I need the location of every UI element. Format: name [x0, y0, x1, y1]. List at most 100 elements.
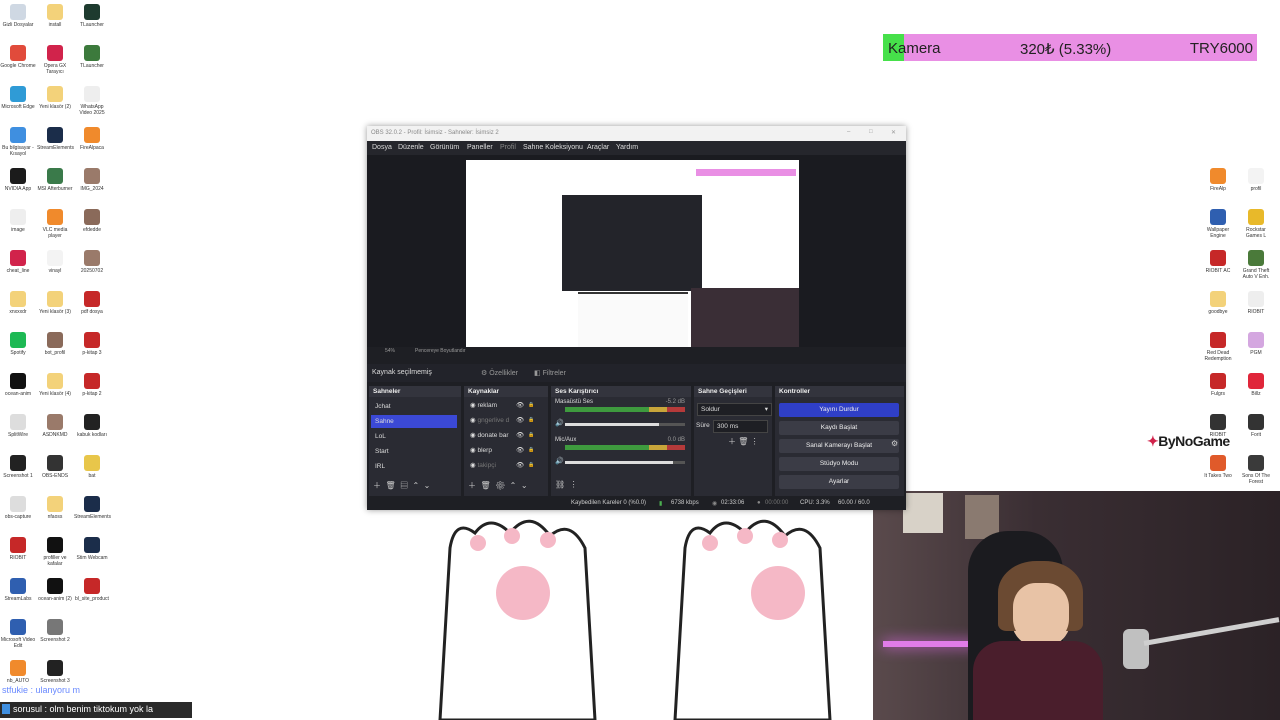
source-settings-icon[interactable]: ⚙ — [495, 481, 505, 490]
desktop-icon[interactable]: SplitWire — [0, 414, 36, 438]
menu-item[interactable]: Sahne Koleksiyonu — [523, 144, 583, 151]
control-button[interactable]: Kaydı Başlat — [779, 421, 899, 435]
desktop-icon[interactable]: PGM — [1238, 332, 1274, 356]
remove-source-icon[interactable]: 🗑 — [480, 481, 490, 490]
desktop-icon[interactable]: Gizli Dosyalar — [0, 4, 36, 28]
desktop-icon[interactable]: StreamElements — [37, 127, 74, 151]
obs-window[interactable]: OBS 32.0.2 - Profil: İsimsiz - Sahneler:… — [367, 126, 906, 510]
desktop-icon[interactable]: efdedde — [74, 209, 110, 233]
desktop-icon[interactable]: NVIDIA App — [0, 168, 36, 192]
desktop-icon[interactable]: Yeni klasör (2) — [37, 86, 73, 110]
close-icon[interactable]: ✕ — [891, 129, 896, 136]
desktop-icon[interactable]: Fulgrs — [1200, 373, 1236, 397]
lock-icon[interactable]: 🔒 — [528, 459, 534, 472]
desktop-icon[interactable]: 20250702 — [74, 250, 110, 274]
desktop-icon[interactable]: It Takes Two — [1200, 455, 1236, 479]
desktop-icon[interactable]: Microsoft Edge — [0, 86, 36, 110]
desktop-icon[interactable] — [74, 619, 110, 637]
source-item[interactable]: ◉ gngerlive d 👁 🔒 — [466, 414, 544, 427]
desktop-icon[interactable]: Bu bilgisayar - Kısayol — [0, 127, 36, 157]
desktop-icon[interactable]: StreamElements — [74, 496, 111, 520]
desktop-icon[interactable]: FireAlpaca — [74, 127, 110, 151]
scene-item[interactable]: Sahne — [371, 415, 457, 428]
scene-item[interactable]: Jchat — [371, 400, 457, 413]
add-scene-icon[interactable]: ＋ — [373, 481, 381, 490]
desktop-icon[interactable]: ocean-anim — [0, 373, 36, 397]
desktop-icon[interactable]: kabuk kodları — [74, 414, 110, 438]
move-up-icon[interactable]: ⌃ — [413, 481, 420, 490]
desktop-icon[interactable]: profiller ve kafalar — [37, 537, 73, 567]
properties-button[interactable]: ⚙ Özellikler — [481, 369, 518, 377]
desktop-icon[interactable]: install — [37, 4, 73, 28]
visibility-icon[interactable]: 👁 — [516, 459, 524, 472]
desktop-icon[interactable]: xnxxxdr — [0, 291, 36, 315]
desktop-icon[interactable]: bat — [74, 455, 110, 479]
desktop-icon[interactable]: RIOBIT — [1238, 291, 1274, 315]
desktop-icon[interactable]: Grand Theft Auto V Enh. — [1238, 250, 1274, 280]
desktop-icon[interactable]: FireAlp — [1200, 168, 1236, 192]
add-transition-icon[interactable]: ＋ — [728, 437, 736, 446]
desktop-icon[interactable]: ASDNKMD — [37, 414, 73, 438]
menu-item[interactable]: Yardım — [616, 144, 638, 151]
menu-item[interactable]: Profil — [500, 144, 516, 151]
minimize-icon[interactable]: – — [847, 129, 850, 135]
scene-filter-icon[interactable]: ▤ — [400, 481, 408, 490]
add-source-icon[interactable]: ＋ — [468, 481, 476, 490]
gear-icon[interactable]: ⚙ — [891, 439, 898, 448]
visibility-icon[interactable]: 👁 — [516, 414, 524, 427]
control-button[interactable]: Ayarlar — [779, 475, 899, 489]
desktop-icon[interactable]: Screenshot 3 — [37, 660, 73, 684]
maximize-icon[interactable]: □ — [869, 129, 873, 135]
desktop-icon[interactable]: bot_profil — [37, 332, 73, 356]
desktop-icon[interactable]: p-kitap 2 — [74, 373, 110, 397]
desktop-icon[interactable]: Yeni klasör (3) — [37, 291, 73, 315]
desktop-icon[interactable]: Screenshot 1 — [0, 455, 36, 479]
desktop-icon[interactable]: WhatsApp Video 2025 — [74, 86, 110, 116]
scene-item[interactable]: Start — [371, 445, 457, 458]
desktop-icon[interactable]: image — [0, 209, 36, 233]
menu-item[interactable]: Araçlar — [587, 144, 609, 151]
visibility-icon[interactable]: 👁 — [516, 444, 524, 457]
control-button[interactable]: Yayını Durdur — [779, 403, 899, 417]
scene-item[interactable]: LoL — [371, 430, 457, 443]
desktop-icon[interactable]: Rockstar Games L — [1238, 209, 1274, 239]
control-button[interactable]: Stüdyo Modu — [779, 457, 899, 471]
desktop-icon[interactable]: nb_AUTO — [0, 660, 36, 684]
speaker-icon[interactable]: 🔊 — [555, 457, 564, 465]
desktop-icon[interactable] — [74, 660, 110, 678]
menu-icon[interactable]: ⋮ — [751, 437, 759, 446]
volume-slider[interactable] — [565, 423, 685, 426]
link-icon[interactable]: ⛓ — [555, 480, 565, 489]
volume-slider[interactable] — [565, 461, 685, 464]
desktop-icon[interactable]: RIOBIT — [0, 537, 36, 561]
visibility-icon[interactable]: 👁 — [516, 429, 524, 442]
desktop-icon[interactable]: obs-capture — [0, 496, 36, 520]
menu-item[interactable]: Paneller — [467, 144, 493, 151]
desktop-icon[interactable]: goodbye — [1200, 291, 1236, 315]
source-item[interactable]: ◉ donate bar 👁 🔒 — [466, 429, 544, 442]
desktop-icon[interactable]: Billz — [1238, 373, 1274, 397]
fit-to-window[interactable]: Pencereye Boyutlandır — [415, 348, 466, 354]
desktop-icon[interactable]: Microsoft Video Edit — [0, 619, 36, 649]
desktop-icon[interactable]: Screenshot 2 — [37, 619, 73, 643]
desktop-icon[interactable]: vinayl — [37, 250, 73, 274]
desktop-icon[interactable]: pdf dosya — [74, 291, 110, 315]
desktop-icon[interactable]: cheat_line — [0, 250, 36, 274]
desktop-icon[interactable]: Google Chrome — [0, 45, 36, 69]
desktop-icon[interactable]: Opera GX Tarayıcı — [37, 45, 73, 75]
move-up-icon[interactable]: ⌃ — [510, 481, 517, 490]
desktop-icon[interactable]: Sons Of The Forest — [1238, 455, 1274, 485]
desktop-icon[interactable]: StreamLabs — [0, 578, 36, 602]
lock-icon[interactable]: 🔒 — [528, 399, 534, 412]
desktop-icon[interactable]: TLauncher — [74, 4, 110, 28]
desktop-icon[interactable]: MSI Afterburner — [37, 168, 73, 192]
scene-item[interactable]: IRL — [371, 460, 457, 473]
desktop-icon[interactable]: Red Dead Redemption — [1200, 332, 1236, 362]
desktop-icon[interactable]: TLauncher — [74, 45, 110, 69]
menu-item[interactable]: Dosya — [372, 144, 392, 151]
source-item[interactable]: ◉ blerp 👁 🔒 — [466, 444, 544, 457]
remove-transition-icon[interactable]: 🗑 — [738, 437, 748, 446]
desktop-icon[interactable]: VLC media player — [37, 209, 73, 239]
desktop-icon[interactable]: p-kitap 3 — [74, 332, 110, 356]
desktop-icon[interactable]: OBS-ENDS — [37, 455, 73, 479]
